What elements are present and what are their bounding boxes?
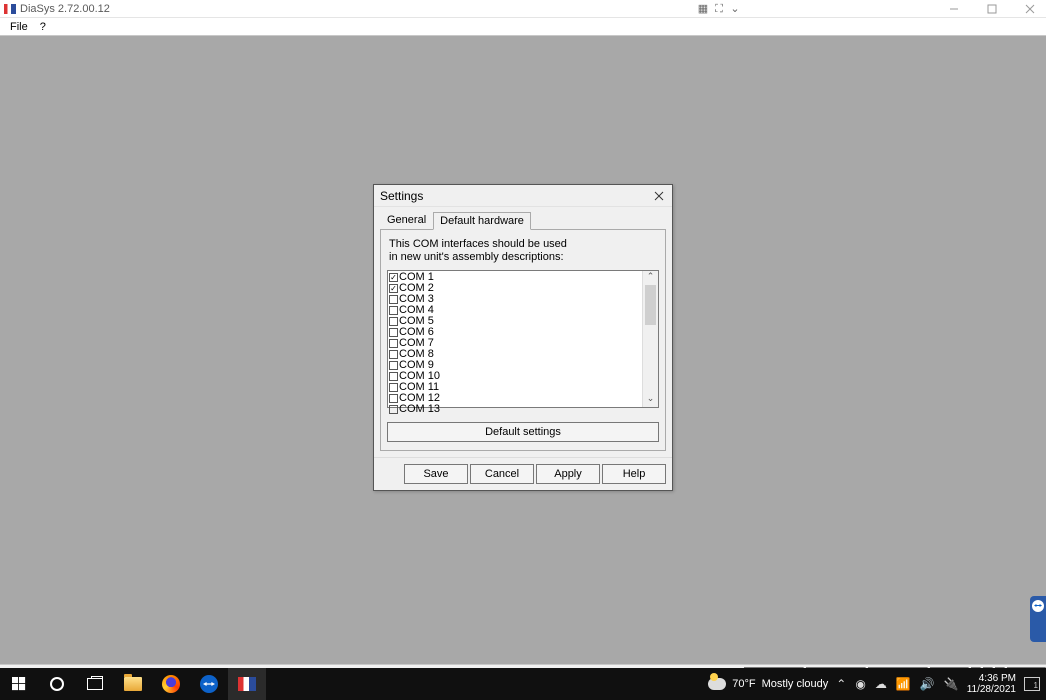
titlebar-expand-icon[interactable]: ⛶ xyxy=(712,2,726,16)
taskbar-teamviewer[interactable] xyxy=(190,668,228,700)
window-close-button[interactable] xyxy=(1018,2,1042,16)
titlebar-grid-icon[interactable]: ▦ xyxy=(696,2,710,16)
help-button[interactable]: Help xyxy=(602,464,666,484)
tab-default-hardware[interactable]: Default hardware xyxy=(433,212,531,230)
windows-taskbar: 70°F Mostly cloudy ⌃ ◉ ☁ 📶 🔊 🔌 4:36 PM 1… xyxy=(0,668,1046,700)
task-view-button[interactable] xyxy=(76,668,114,700)
app-title: DiaSys 2.72.00.12 xyxy=(20,3,110,15)
app-titlebar: DiaSys 2.72.00.12 ▦ ⛶ ⌄ xyxy=(0,0,1046,18)
scroll-down-icon[interactable]: ⌄ xyxy=(643,393,658,407)
com-checkbox[interactable] xyxy=(389,306,398,315)
tab-general[interactable]: General xyxy=(380,211,433,229)
cortana-button[interactable] xyxy=(38,668,76,700)
app-icon xyxy=(4,4,16,14)
taskbar-firefox[interactable] xyxy=(152,668,190,700)
clock-date: 11/28/2021 xyxy=(967,684,1016,695)
com-listbox[interactable]: ✓COM 1✓COM 2COM 3COM 4COM 5COM 6COM 7COM… xyxy=(387,270,659,408)
com-checkbox[interactable]: ✓ xyxy=(389,273,398,282)
start-button[interactable] xyxy=(0,668,38,700)
weather-icon xyxy=(708,678,726,690)
com-checkbox[interactable] xyxy=(389,328,398,337)
clock-time: 4:36 PM xyxy=(967,673,1016,684)
dialog-title: Settings xyxy=(380,189,423,203)
titlebar-dropdown-icon[interactable]: ⌄ xyxy=(728,2,742,16)
listbox-scrollbar[interactable]: ⌃ ⌄ xyxy=(642,271,658,407)
taskbar-diasys[interactable] xyxy=(228,668,266,700)
tray-chevron-up-icon[interactable]: ⌃ xyxy=(836,677,846,691)
teamviewer-side-tab[interactable] xyxy=(1030,596,1046,642)
com-checkbox[interactable] xyxy=(389,394,398,403)
tray-onedrive-icon[interactable]: ☁ xyxy=(875,677,887,691)
menubar: File ? xyxy=(0,18,1046,36)
cancel-button[interactable]: Cancel xyxy=(470,464,534,484)
action-center-icon[interactable] xyxy=(1024,677,1040,691)
tray-power-icon[interactable]: 🔌 xyxy=(944,677,959,691)
tab-panel-default-hardware: This COM interfaces should be used in ne… xyxy=(380,229,666,451)
com-checkbox[interactable]: ✓ xyxy=(389,284,398,293)
taskbar-clock[interactable]: 4:36 PM 11/28/2021 xyxy=(967,673,1016,695)
tray-wifi-icon[interactable]: 📶 xyxy=(896,677,911,691)
com-hint-text: This COM interfaces should be used in ne… xyxy=(389,238,569,264)
tray-meet-now-icon[interactable]: ◉ xyxy=(855,677,865,691)
window-maximize-button[interactable] xyxy=(980,2,1004,16)
com-checkbox[interactable] xyxy=(389,317,398,326)
taskbar-weather[interactable]: 70°F Mostly cloudy xyxy=(708,678,828,690)
dialog-close-button[interactable] xyxy=(652,189,666,203)
window-minimize-button[interactable] xyxy=(942,2,966,16)
com-label: COM 13 xyxy=(399,404,440,415)
weather-temp: 70°F xyxy=(732,678,755,690)
default-settings-button[interactable]: Default settings xyxy=(387,422,659,442)
titlebar-tool-icons: ▦ ⛶ ⌄ xyxy=(696,2,742,16)
tray-volume-icon[interactable]: 🔊 xyxy=(920,677,935,691)
com-list-item[interactable]: COM 13 xyxy=(389,404,658,415)
com-checkbox[interactable] xyxy=(389,405,398,414)
scroll-thumb[interactable] xyxy=(645,285,656,325)
com-checkbox[interactable] xyxy=(389,339,398,348)
com-checkbox[interactable] xyxy=(389,383,398,392)
menu-help[interactable]: ? xyxy=(34,21,52,33)
save-button[interactable]: Save xyxy=(404,464,468,484)
com-checkbox[interactable] xyxy=(389,372,398,381)
com-checkbox[interactable] xyxy=(389,361,398,370)
settings-dialog: Settings General Default hardware This C… xyxy=(373,184,673,491)
com-checkbox[interactable] xyxy=(389,295,398,304)
scroll-up-icon[interactable]: ⌃ xyxy=(643,271,658,285)
taskbar-file-explorer[interactable] xyxy=(114,668,152,700)
weather-desc: Mostly cloudy xyxy=(762,678,829,690)
com-checkbox[interactable] xyxy=(389,350,398,359)
dialog-tabs: General Default hardware xyxy=(374,211,672,229)
menu-file[interactable]: File xyxy=(4,21,34,33)
apply-button[interactable]: Apply xyxy=(536,464,600,484)
